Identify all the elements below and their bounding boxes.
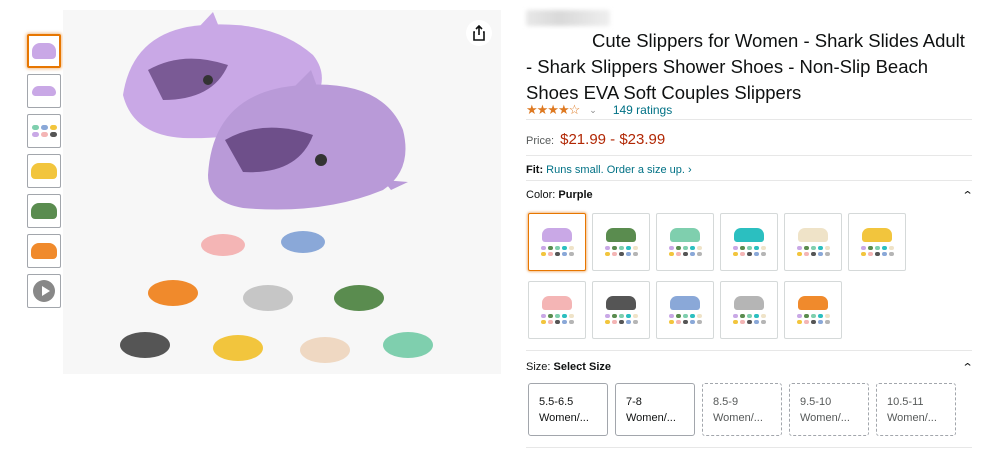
size-option-gender: Women/... <box>713 412 763 424</box>
size-option-range: 5.5-6.5 <box>539 396 574 408</box>
swatch-slipper-image <box>734 228 764 242</box>
thumbnail-6[interactable] <box>27 234 61 268</box>
size-option[interactable]: 8.5-9 Women/... <box>702 383 782 436</box>
swatch-variant-dots <box>860 246 894 256</box>
brand-name-redacted <box>526 10 610 26</box>
swatch-variant-dots <box>732 314 766 324</box>
size-option-range: 8.5-9 <box>713 396 739 408</box>
play-icon <box>33 280 55 302</box>
swatch-variant-dots <box>668 246 702 256</box>
swatch-slipper-image <box>798 228 828 242</box>
size-section-header[interactable]: Size: Select Size ⌃ <box>526 361 973 374</box>
product-title: Cute Slippers for Women - Shark Slides A… <box>526 28 972 106</box>
swatch-variant-dots <box>796 314 830 324</box>
ratings-link[interactable]: 149 ratings <box>613 103 672 117</box>
thumbnail-1[interactable] <box>27 34 61 68</box>
color-swatch[interactable] <box>848 213 906 271</box>
share-button[interactable] <box>466 20 492 46</box>
swatch-variant-dots <box>604 246 638 256</box>
color-label: Color: <box>526 189 556 201</box>
chevron-down-icon[interactable]: ⌄ <box>589 105 597 116</box>
thumbnail-4[interactable] <box>27 154 61 188</box>
swatch-variant-dots <box>540 314 574 324</box>
share-icon <box>473 25 485 41</box>
price-label: Price: <box>526 135 555 147</box>
swatch-variant-dots <box>604 314 638 324</box>
swatch-slipper-image <box>542 228 572 242</box>
size-option[interactable]: 10.5-11 Women/... <box>876 383 956 436</box>
color-swatch[interactable] <box>592 213 650 271</box>
size-option[interactable]: 9.5-10 Women/... <box>789 383 869 436</box>
thumbnail-strip <box>27 34 61 314</box>
size-option-gender: Women/... <box>887 412 937 424</box>
color-swatch[interactable] <box>784 213 842 271</box>
swatch-slipper-image <box>606 228 636 242</box>
size-option-gender: Women/... <box>800 412 850 424</box>
shark-slippers-illustration <box>63 10 501 374</box>
divider <box>526 180 972 181</box>
thumbnail-video[interactable] <box>27 274 61 308</box>
size-option-gender: Women/... <box>539 412 589 424</box>
color-swatch[interactable] <box>528 281 586 339</box>
chevron-up-icon[interactable]: ⌃ <box>961 361 973 374</box>
thumbnail-5[interactable] <box>27 194 61 228</box>
price-value: $21.99 - $23.99 <box>560 131 666 148</box>
star-rating[interactable]: ★★★★☆ <box>526 102 580 118</box>
size-option[interactable]: 5.5-6.5 Women/... <box>528 383 608 436</box>
color-swatch[interactable] <box>784 281 842 339</box>
fit-label: Fit: <box>526 164 544 176</box>
swatch-slipper-image <box>670 296 700 310</box>
size-label: Size: <box>526 361 551 373</box>
swatch-variant-dots <box>540 246 574 256</box>
fit-advice: Fit: Runs small. Order a size up. › <box>526 164 692 176</box>
divider <box>526 447 972 448</box>
size-option-gender: Women/... <box>626 412 676 424</box>
color-swatch[interactable] <box>656 213 714 271</box>
color-selected: Purple <box>558 189 593 201</box>
swatch-slipper-image <box>606 296 636 310</box>
color-swatch[interactable] <box>720 213 778 271</box>
thumbnail-3[interactable] <box>27 114 61 148</box>
size-option-range: 10.5-11 <box>887 396 924 408</box>
size-options: 5.5-6.5 Women/... 7-8 Women/... 8.5-9 Women/.… <box>528 383 956 436</box>
divider <box>526 155 972 156</box>
swatch-slipper-image <box>542 296 572 310</box>
size-option-range: 9.5-10 <box>800 396 832 408</box>
color-swatches <box>528 213 928 339</box>
color-swatch[interactable] <box>656 281 714 339</box>
swatch-slipper-image <box>734 296 764 310</box>
size-selected: Select Size <box>553 361 612 373</box>
swatch-variant-dots <box>796 246 830 256</box>
color-section-header[interactable]: Color: Purple ⌃ <box>526 189 973 202</box>
size-option-range: 7-8 <box>626 396 642 408</box>
main-product-image[interactable] <box>63 10 501 374</box>
swatch-slipper-image <box>670 228 700 242</box>
divider <box>526 350 972 351</box>
product-title-text: Cute Slippers for Women - Shark Slides A… <box>526 30 965 103</box>
color-swatch[interactable] <box>592 281 650 339</box>
ratings-row: ★★★★☆ ⌄ 149 ratings <box>526 102 672 118</box>
chevron-up-icon[interactable]: ⌃ <box>961 189 973 202</box>
swatch-slipper-image <box>798 296 828 310</box>
price-row: Price: $21.99 - $23.99 <box>526 131 665 148</box>
swatch-slipper-image <box>862 228 892 242</box>
color-swatch[interactable] <box>528 213 586 271</box>
color-swatch[interactable] <box>720 281 778 339</box>
swatch-variant-dots <box>732 246 766 256</box>
swatch-variant-dots <box>668 314 702 324</box>
thumbnail-2[interactable] <box>27 74 61 108</box>
divider <box>526 119 972 120</box>
fit-link[interactable]: Runs small. Order a size up. › <box>546 164 692 176</box>
size-option[interactable]: 7-8 Women/... <box>615 383 695 436</box>
